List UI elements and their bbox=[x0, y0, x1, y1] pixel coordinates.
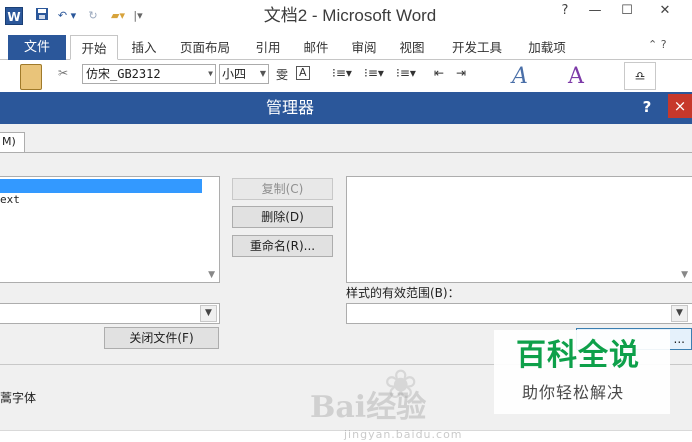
character-border-icon[interactable]: A bbox=[296, 66, 310, 80]
file-tab[interactable]: 文件 bbox=[8, 35, 66, 60]
change-styles-icon[interactable]: A bbox=[512, 64, 528, 89]
font-name-combobox[interactable]: 仿宋_GB2312 ▼ bbox=[82, 64, 216, 84]
right-styles-available-in-combobox[interactable]: ▼ bbox=[346, 303, 692, 324]
decrease-indent-icon[interactable]: ⇤ bbox=[434, 66, 444, 80]
paste-icon[interactable] bbox=[20, 64, 42, 90]
jingyan-url-watermark: jingyan.baidu.com bbox=[344, 428, 463, 441]
close-window-button[interactable]: ✕ bbox=[650, 0, 680, 22]
list-item[interactable]: ext bbox=[0, 193, 20, 207]
left-style-list[interactable]: ext ▼ bbox=[0, 176, 220, 283]
close-file-button[interactable]: 关闭文件(F) bbox=[104, 327, 219, 349]
chevron-down-icon[interactable]: ▼ bbox=[208, 65, 213, 83]
rename-button[interactable]: 重命名(R)... bbox=[232, 235, 333, 257]
dialog-title: 管理器 bbox=[265, 98, 314, 117]
help-icon[interactable]: ? bbox=[550, 0, 580, 22]
ribbon-home-group: ✂ 仿宋_GB2312 ▼ 小四 ▼ 雯 A ⁝≡▾ ⁝≡▾ ⁝≡▾ ⇤ ⇥ A… bbox=[0, 60, 692, 92]
font-size-combobox[interactable]: 小四 ▼ bbox=[219, 64, 269, 84]
quick-styles-icon[interactable]: A bbox=[568, 64, 584, 89]
bullets-icon[interactable]: ⁝≡▾ bbox=[332, 66, 352, 80]
tab-view[interactable]: 视图 bbox=[392, 35, 432, 60]
cut-icon[interactable]: ✂ bbox=[58, 66, 68, 80]
ribbon-help-icon[interactable]: ? bbox=[661, 38, 667, 51]
delete-button[interactable]: 删除(D) bbox=[232, 206, 333, 228]
styles-available-in-label: 样式的有效范围(B)： bbox=[346, 286, 460, 300]
numbering-icon[interactable]: ⁝≡▾ bbox=[364, 66, 384, 80]
tab-addins[interactable]: 加载项 bbox=[520, 35, 574, 60]
save-icon[interactable] bbox=[34, 7, 50, 25]
tab-review[interactable]: 审阅 bbox=[344, 35, 384, 60]
list-item-selected[interactable] bbox=[0, 179, 202, 193]
chevron-down-icon[interactable]: ▼ bbox=[260, 65, 266, 83]
dialog-titlebar: 管理器 ? × bbox=[0, 92, 692, 124]
baike-watermark: 百科全说 助你轻松解决 bbox=[494, 330, 670, 414]
tab-panel-border bbox=[0, 152, 692, 153]
tab-references[interactable]: 引用 bbox=[248, 35, 288, 60]
open-icon[interactable]: ▰▾ bbox=[108, 7, 128, 25]
scroll-down-arrow-icon[interactable]: ▼ bbox=[681, 270, 688, 280]
chevron-down-icon[interactable]: ▼ bbox=[200, 305, 217, 322]
minimize-button[interactable]: — bbox=[580, 0, 610, 22]
find-icon[interactable]: ♎ bbox=[624, 62, 656, 90]
tab-developer[interactable]: 开发工具 bbox=[444, 35, 510, 60]
font-name-value: 仿宋_GB2312 bbox=[86, 67, 161, 81]
window-title: 文档2 - Microsoft Word bbox=[263, 6, 437, 25]
tab-insert[interactable]: 插入 bbox=[124, 35, 164, 60]
multilevel-list-icon[interactable]: ⁝≡▾ bbox=[396, 66, 416, 80]
right-style-list[interactable]: ▼ bbox=[346, 176, 692, 283]
scroll-down-arrow-icon[interactable]: ▼ bbox=[208, 270, 215, 280]
font-size-value: 小四 bbox=[222, 67, 247, 81]
chevron-down-icon[interactable]: ▼ bbox=[671, 305, 688, 322]
redo-icon[interactable]: ↻ bbox=[86, 7, 100, 25]
copy-button[interactable]: 复制(C) bbox=[232, 178, 333, 200]
baidu-jingyan-watermark: Bai经验 bbox=[310, 390, 427, 425]
ribbon-tab-bar: 文件 开始 插入 页面布局 引用 邮件 审阅 视图 开发工具 加载项 ⌃ ? bbox=[0, 33, 692, 60]
baike-watermark-title: 百科全说 bbox=[516, 338, 640, 373]
dialog-help-button[interactable]: ? bbox=[636, 96, 658, 118]
tab-home[interactable]: 开始 bbox=[70, 35, 118, 60]
word-app-icon[interactable]: W bbox=[5, 7, 23, 25]
tab-page-layout[interactable]: 页面布局 bbox=[172, 35, 238, 60]
tab-mailings[interactable]: 邮件 bbox=[296, 35, 336, 60]
maximize-button[interactable]: ☐ bbox=[612, 0, 642, 22]
tab-macro-project-items[interactable]: M) bbox=[0, 132, 25, 152]
baike-watermark-subtitle: 助你轻松解决 bbox=[522, 383, 625, 402]
dialog-close-button[interactable]: × bbox=[668, 94, 692, 118]
undo-icon[interactable]: ↶ ▾ bbox=[56, 7, 78, 25]
wen-icon[interactable]: 雯 bbox=[276, 66, 288, 83]
increase-indent-icon[interactable]: ⇥ bbox=[456, 66, 466, 80]
left-styles-available-in-combobox[interactable]: ▼ bbox=[0, 303, 220, 324]
style-description: 蒿字体 bbox=[0, 391, 37, 405]
ribbon-minimize-icon[interactable]: ⌃ ? bbox=[648, 38, 684, 56]
word-titlebar: W ↶ ▾ ↻ ▰▾ |▾ 文档2 - Microsoft Word ? — ☐… bbox=[0, 0, 692, 33]
customize-qat-icon[interactable]: |▾ bbox=[132, 7, 144, 25]
